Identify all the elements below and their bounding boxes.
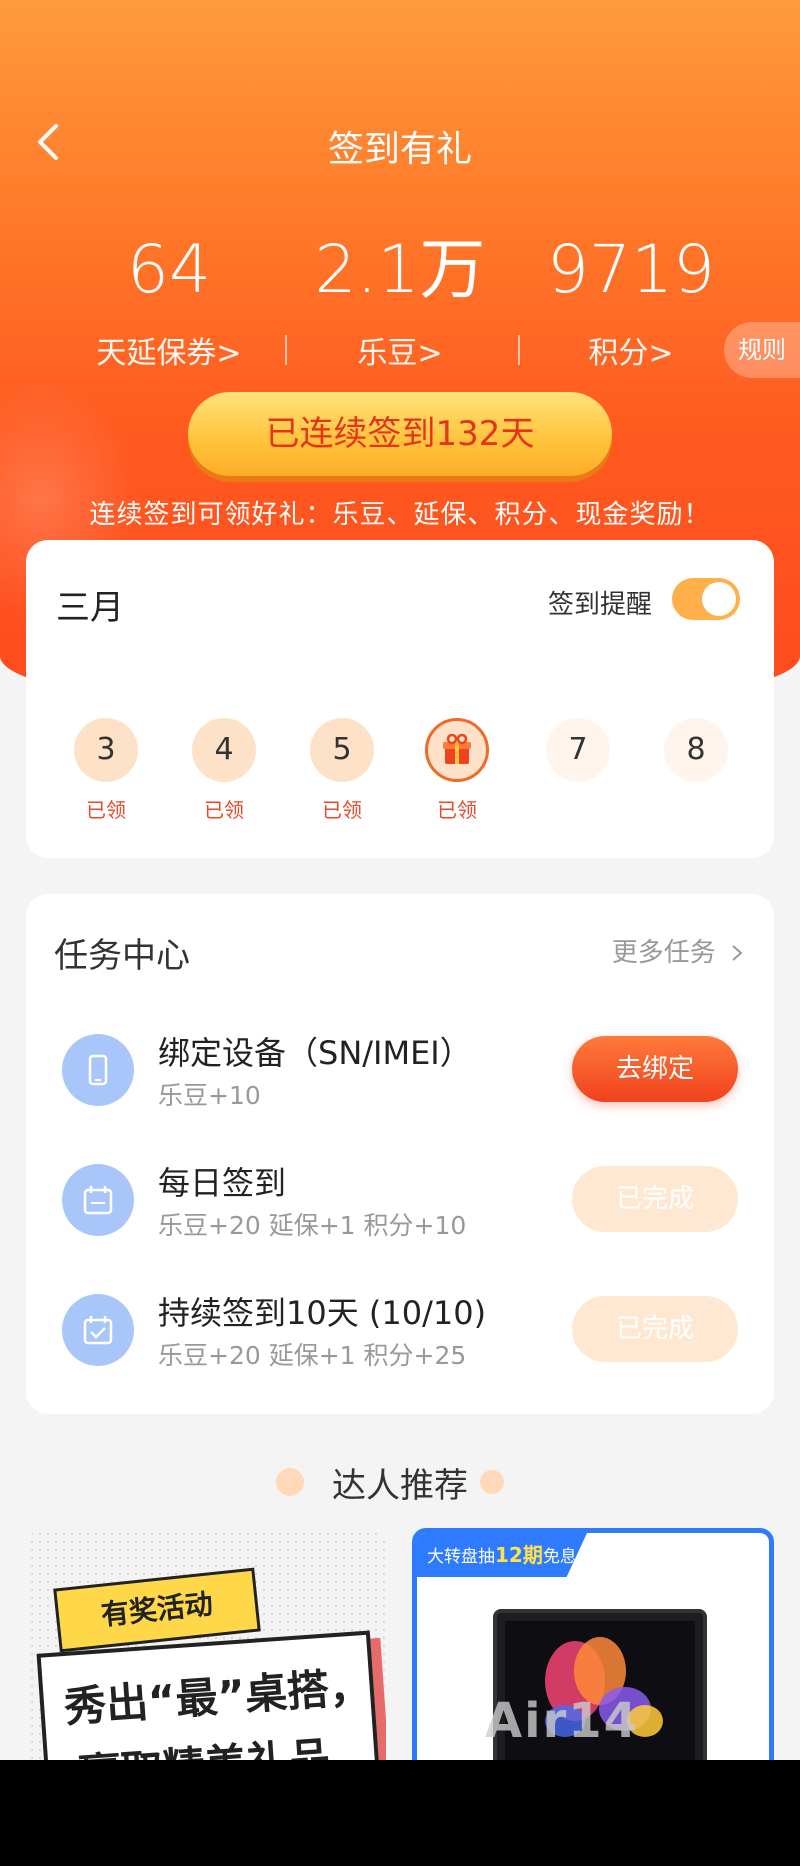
task-done-button[interactable]: 已完成 xyxy=(572,1296,738,1362)
calendar-card: 三月 签到提醒 3 已领 4 已领 5 已领 已领 7 8 xyxy=(26,540,774,858)
month-label: 三月 xyxy=(56,588,124,628)
calendar-day[interactable]: 5 已领 xyxy=(310,718,374,823)
badge-text-post: 免息 xyxy=(542,1547,577,1567)
stat-value: 9719 xyxy=(547,231,715,308)
task-reward: 乐豆+20 延保+1 积分+25 xyxy=(158,1341,467,1370)
stat-label: 天延保券> xyxy=(96,336,242,371)
calendar-day[interactable]: 7 xyxy=(546,718,610,782)
calendar-day[interactable]: 8 xyxy=(664,718,728,782)
calendar-day[interactable]: 3 已领 xyxy=(74,718,138,823)
day-status: 已领 xyxy=(86,798,126,822)
checkin-streak-button[interactable]: 已连续签到132天 xyxy=(188,392,612,476)
reminder-toggle[interactable] xyxy=(672,578,740,620)
bind-device-button[interactable]: 去绑定 xyxy=(572,1036,738,1102)
stats-row: 64 天延保券> 2.1万 乐豆> 9719 积分> xyxy=(0,230,800,380)
phone-icon xyxy=(62,1034,134,1106)
more-tasks-link[interactable]: 更多任务 xyxy=(612,932,744,969)
signin-page: 签到有礼 64 天延保券> 2.1万 乐豆> 9719 积分> 规则 已连续签到… xyxy=(0,0,800,1760)
stat-label: 乐豆> xyxy=(357,336,443,371)
top-bar: 签到有礼 xyxy=(0,110,800,180)
checkin-tagline: 连续签到可领好礼：乐豆、延保、积分、现金奖励！ xyxy=(89,500,711,530)
badge-text-pre: 大转盘抽 xyxy=(427,1547,495,1567)
task-center-card: 任务中心 更多任务 绑定设备（SN/IMEI） 乐豆+10 去绑定 每日签到 乐… xyxy=(26,894,774,1414)
gift-icon xyxy=(443,733,471,764)
bottom-black-area xyxy=(0,1760,800,1866)
calendar-sign-icon xyxy=(62,1164,134,1236)
promo-headline: 秀出“最”桌搭， xyxy=(62,1661,373,1732)
day-circle: 5 xyxy=(310,718,374,782)
task-row: 每日签到 乐豆+20 延保+1 积分+10 已完成 xyxy=(26,1154,774,1264)
reminder-label: 签到提醒 xyxy=(547,590,652,620)
stat-points[interactable]: 9719 积分> xyxy=(516,230,746,372)
divider xyxy=(285,335,287,365)
stat-label: 积分> xyxy=(588,336,674,371)
promo-card-desk-setup[interactable]: 有奖活动 秀出“最”桌搭， 赢取精美礼品 xyxy=(28,1530,386,1760)
day-status: 已领 xyxy=(204,798,244,822)
promo-badge: 大转盘抽12期免息 xyxy=(417,1533,587,1577)
divider xyxy=(518,335,520,365)
recommend-title: 达人推荐 xyxy=(332,1466,468,1506)
task-row: 持续签到10天 (10/10) 乐豆+20 延保+1 积分+25 已完成 xyxy=(26,1284,774,1394)
rules-button[interactable]: 规则 xyxy=(724,322,800,378)
day-circle xyxy=(425,718,489,782)
promo-headline-box: 秀出“最”桌搭， 赢取精美礼品 xyxy=(36,1630,382,1760)
stat-value: 64 xyxy=(127,231,211,308)
day-circle: 3 xyxy=(74,718,138,782)
stat-warranty[interactable]: 64 天延保券> xyxy=(54,230,284,372)
promo-card-laptop[interactable]: 大转盘抽12期免息 Air14 xyxy=(412,1528,774,1760)
calendar-check-icon xyxy=(62,1294,134,1366)
task-name: 绑定设备（SN/IMEI） xyxy=(158,1034,472,1072)
calendar-day[interactable]: 4 已领 xyxy=(192,718,256,823)
task-name: 持续签到10天 (10/10) xyxy=(158,1294,487,1332)
task-center-title: 任务中心 xyxy=(54,936,190,976)
day-circle: 8 xyxy=(664,718,728,782)
calendar-day-today[interactable]: 已领 xyxy=(425,718,489,823)
task-reward: 乐豆+10 xyxy=(158,1081,261,1110)
page-title: 签到有礼 xyxy=(327,129,472,170)
more-tasks-label: 更多任务 xyxy=(611,938,716,968)
task-done-button[interactable]: 已完成 xyxy=(572,1166,738,1232)
stat-value: 2.1万 xyxy=(314,231,486,308)
toggle-knob xyxy=(702,582,736,616)
day-status: 已领 xyxy=(437,798,477,822)
laptop-model-watermark: Air14 xyxy=(485,1693,640,1749)
chevron-right-icon xyxy=(724,938,744,968)
task-name: 每日签到 xyxy=(158,1164,287,1202)
task-reward: 乐豆+20 延保+1 积分+10 xyxy=(158,1211,467,1240)
badge-text-highlight: 12期 xyxy=(495,1543,543,1567)
day-circle: 7 xyxy=(546,718,610,782)
day-status: 已领 xyxy=(322,798,362,822)
stat-ledou[interactable]: 2.1万 乐豆> xyxy=(285,230,515,372)
day-circle: 4 xyxy=(192,718,256,782)
task-row: 绑定设备（SN/IMEI） 乐豆+10 去绑定 xyxy=(26,1024,774,1134)
